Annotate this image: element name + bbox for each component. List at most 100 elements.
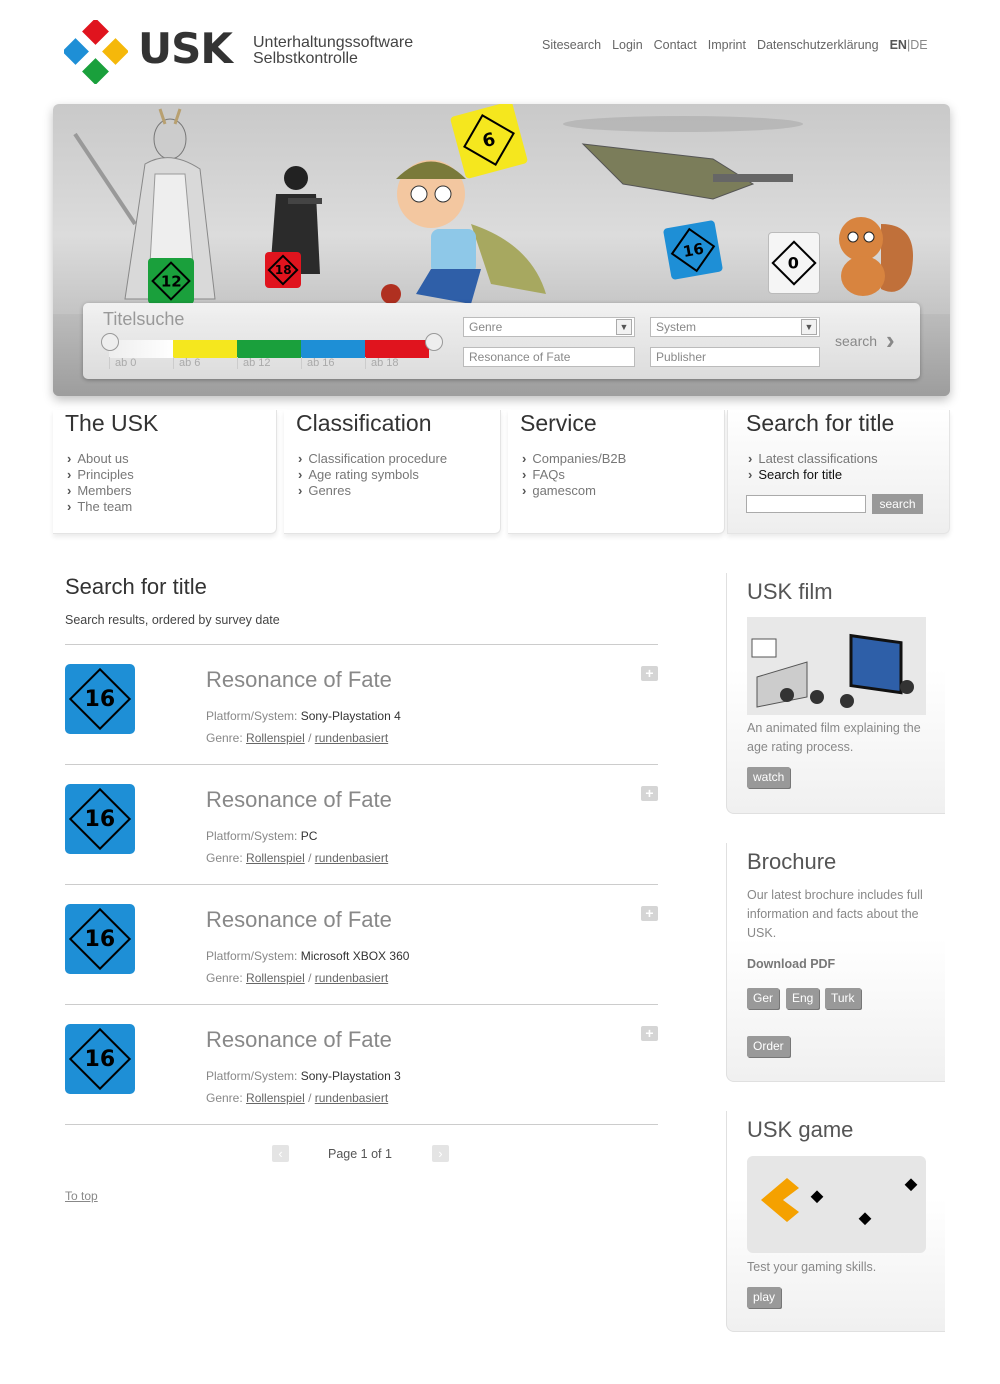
age-segment-18 <box>365 340 429 358</box>
expand-plus-icon[interactable]: + <box>641 666 658 681</box>
hero-banner: 12 18 6 16 0 Titelsuche ab 0 ab 6 ab 12 … <box>53 104 950 396</box>
nav-link-faqs[interactable]: FAQs <box>522 467 724 483</box>
chevron-right-icon[interactable]: › <box>886 325 895 356</box>
nav-link-team[interactable]: The team <box>67 499 276 515</box>
knight-illustration-icon <box>73 108 216 300</box>
result-title[interactable]: Resonance of Fate <box>206 907 392 933</box>
genre-link[interactable]: rundenbasiert <box>315 731 388 745</box>
pagination: ‹ Page 1 of 1 › <box>272 1145 449 1162</box>
pdf-turkish-button[interactable]: Turk <box>825 988 861 1009</box>
film-thumbnail-icon[interactable] <box>747 617 926 715</box>
logo-sub-line-1: Unterhaltungssoftware <box>253 34 414 51</box>
genre-link[interactable]: Rollenspiel <box>246 851 305 865</box>
genre-link[interactable]: rundenbasiert <box>315 971 388 985</box>
usk-logo-icon[interactable] <box>64 20 128 84</box>
logo-text[interactable]: USK <box>138 24 233 73</box>
nav-sitesearch[interactable]: Sitesearch <box>542 38 601 52</box>
brochure-title: Brochure <box>747 849 837 874</box>
banner-search-button[interactable]: search <box>835 333 877 349</box>
genre-link[interactable]: rundenbasiert <box>315 1091 388 1105</box>
lang-en[interactable]: EN <box>890 38 907 52</box>
nav-box-usk: The USK About us Principles Members The … <box>53 410 277 534</box>
expand-plus-icon[interactable]: + <box>641 906 658 921</box>
result-title[interactable]: Resonance of Fate <box>206 787 392 813</box>
result-title[interactable]: Resonance of Fate <box>206 667 392 693</box>
publisher-input[interactable]: Publisher <box>650 347 820 367</box>
pdf-german-button[interactable]: Ger <box>747 988 780 1009</box>
age-label-16: ab 16 <box>301 357 365 369</box>
nav-imprint[interactable]: Imprint <box>708 38 746 52</box>
nav-link-companies[interactable]: Companies/B2B <box>522 451 724 467</box>
result-item[interactable]: 16 Resonance of Fate Platform/System: So… <box>65 1005 658 1125</box>
title-search-panel: Titelsuche ab 0 ab 6 ab 12 ab 16 ab 18 G… <box>83 303 920 379</box>
genre-select[interactable]: Genre ▼ <box>463 317 635 337</box>
nav-link-symbols[interactable]: Age rating symbols <box>298 467 500 483</box>
nav-link-principles[interactable]: Principles <box>67 467 276 483</box>
result-platform: Platform/System: PC <box>206 829 318 843</box>
genre-link[interactable]: rundenbasiert <box>315 851 388 865</box>
pdf-english-button[interactable]: Eng <box>786 988 820 1009</box>
nav-contact[interactable]: Contact <box>654 38 697 52</box>
rating-16-icon: 16 <box>65 784 135 854</box>
nav-link-about[interactable]: About us <box>67 451 276 467</box>
rating-16-icon: 16 <box>65 664 135 734</box>
next-page-icon[interactable]: › <box>431 1145 449 1162</box>
divider <box>65 1124 658 1125</box>
squirrel-illustration-icon <box>839 217 913 296</box>
age-range-slider[interactable] <box>109 340 429 358</box>
game-thumbnail-icon[interactable] <box>747 1156 926 1253</box>
nav-privacy[interactable]: Datenschutzerklärung <box>757 38 879 52</box>
page-indicator: Page 1 of 1 <box>328 1146 392 1161</box>
nav-link-genres[interactable]: Genres <box>298 483 500 499</box>
quick-search-input[interactable] <box>746 495 866 513</box>
result-title[interactable]: Resonance of Fate <box>206 1027 392 1053</box>
quick-search-button[interactable]: search <box>872 494 923 514</box>
top-navigation: Sitesearch Login Contact Imprint Datensc… <box>542 38 928 52</box>
system-select[interactable]: System ▼ <box>650 317 820 337</box>
badge-12-icon: 12 <box>148 258 194 304</box>
prev-page-icon[interactable]: ‹ <box>272 1145 289 1162</box>
result-item[interactable]: 16 Resonance of Fate Platform/System: PC… <box>65 765 658 885</box>
logo-sub-line-2: Selbstkontrolle <box>253 50 358 67</box>
rating-16-icon: 16 <box>65 1024 135 1094</box>
nav-link-procedure[interactable]: Classification procedure <box>298 451 500 467</box>
result-item[interactable]: 16 Resonance of Fate Platform/System: Mi… <box>65 885 658 1005</box>
age-segment-6 <box>173 340 237 358</box>
title-input[interactable]: Resonance of Fate <box>463 347 635 367</box>
film-description: An animated film explaining the age rati… <box>747 721 921 754</box>
age-slider-left-handle[interactable] <box>101 333 119 351</box>
age-label-6: ab 6 <box>173 357 237 369</box>
to-top-link[interactable]: To top <box>65 1189 98 1203</box>
film-title: USK film <box>747 579 833 604</box>
game-description: Test your gaming skills. <box>747 1260 877 1274</box>
order-button[interactable]: Order <box>747 1036 790 1057</box>
result-genre: Genre: Rollenspiel / rundenbasiert <box>206 851 389 865</box>
badge-16-icon: 16 <box>662 219 724 281</box>
age-slider-right-handle[interactable] <box>425 333 443 351</box>
nav-box-title: Search for title <box>746 410 895 436</box>
system-select-value: System <box>656 320 697 334</box>
play-button[interactable]: play <box>747 1287 782 1308</box>
watch-button[interactable]: watch <box>747 767 791 788</box>
nav-box-search: Search for title Latest classifications … <box>727 410 950 534</box>
result-platform: Platform/System: Microsoft XBOX 360 <box>206 949 410 963</box>
nav-link-search-title[interactable]: Search for title <box>748 467 949 483</box>
genre-link[interactable]: Rollenspiel <box>246 1091 305 1105</box>
nav-login[interactable]: Login <box>612 38 643 52</box>
genre-link[interactable]: Rollenspiel <box>246 971 305 985</box>
brochure-box: Brochure Our latest brochure includes fu… <box>726 843 945 1082</box>
expand-plus-icon[interactable]: + <box>641 786 658 801</box>
helicopter-illustration-icon <box>563 116 803 200</box>
nav-link-latest[interactable]: Latest classifications <box>748 451 949 467</box>
chevron-down-icon: ▼ <box>801 319 817 335</box>
platform-value: Microsoft XBOX 360 <box>300 949 410 963</box>
nav-box-title: Classification <box>296 410 432 436</box>
result-genre: Genre: Rollenspiel / rundenbasiert <box>206 1091 389 1105</box>
lang-de[interactable]: DE <box>910 38 927 52</box>
result-item[interactable]: 16 Resonance of Fate Platform/System: So… <box>65 645 658 765</box>
expand-plus-icon[interactable]: + <box>641 1026 658 1041</box>
nav-link-members[interactable]: Members <box>67 483 276 499</box>
nav-link-gamescom[interactable]: gamescom <box>522 483 724 499</box>
nav-box-service: Service Companies/B2B FAQs gamescom <box>508 410 725 534</box>
genre-link[interactable]: Rollenspiel <box>246 731 305 745</box>
